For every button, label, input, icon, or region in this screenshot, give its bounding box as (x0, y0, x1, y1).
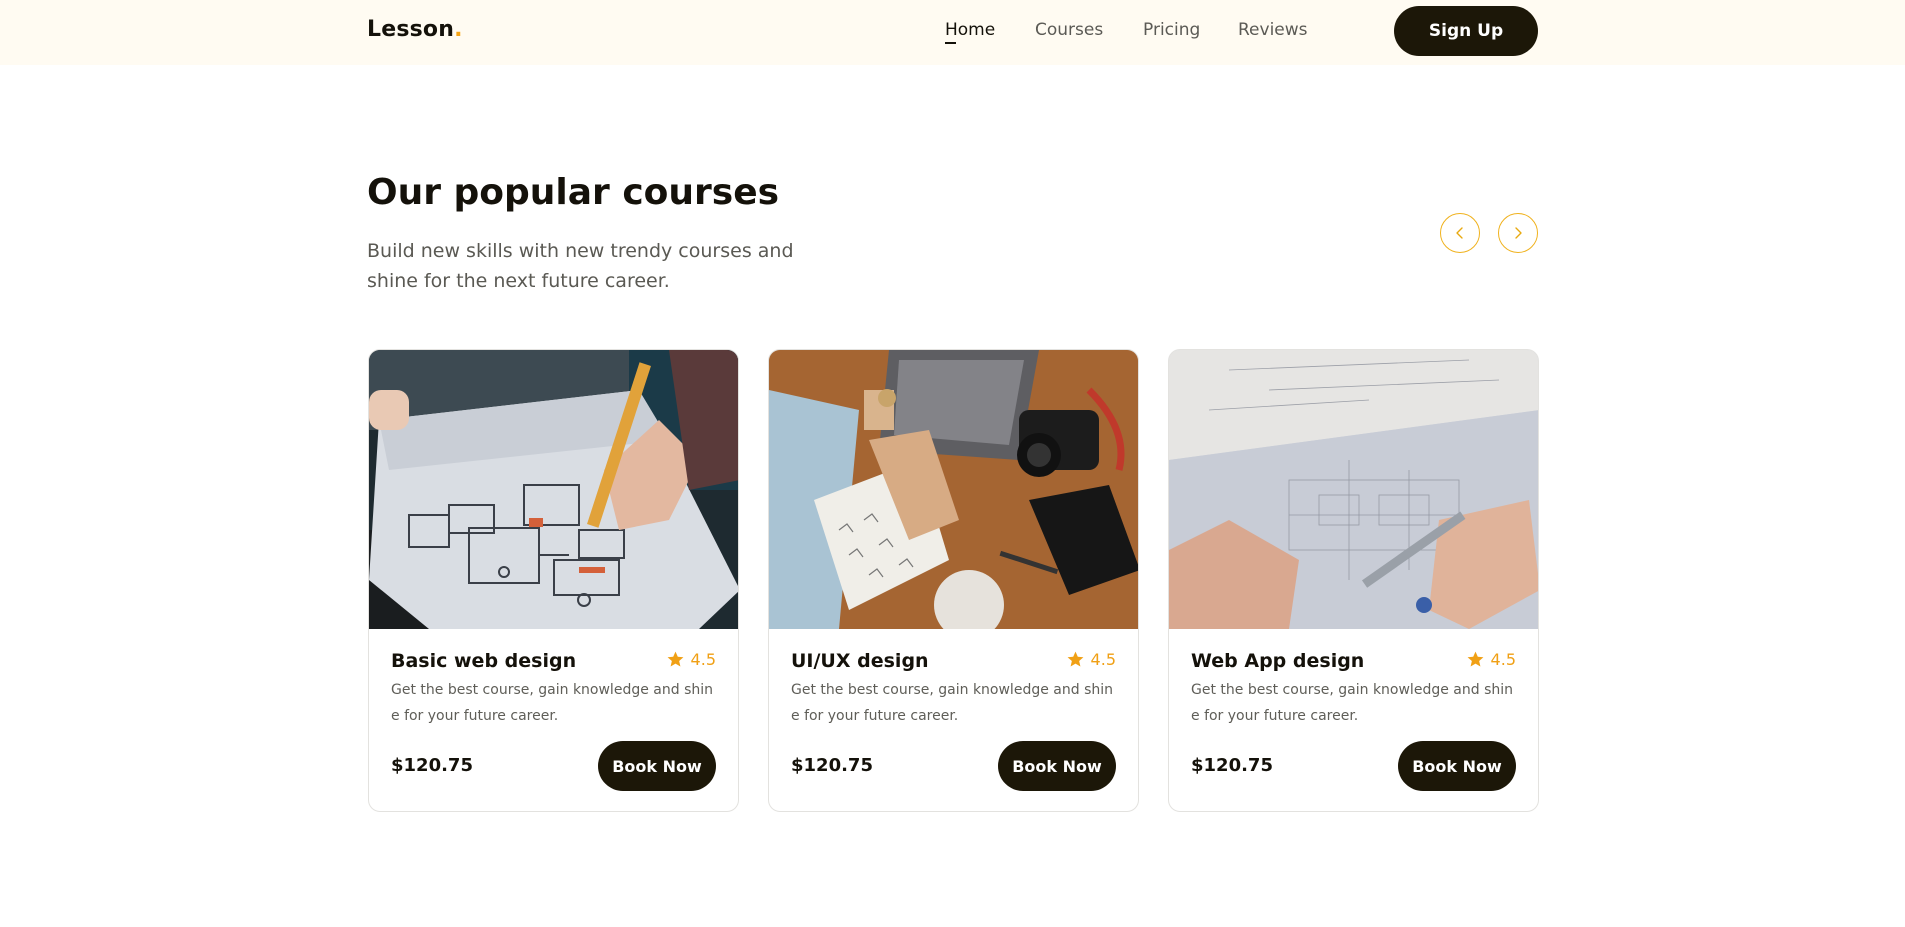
course-title: UI/UX design (791, 650, 929, 672)
book-now-button[interactable]: Book Now (598, 741, 716, 791)
course-price: $120.75 (1191, 755, 1273, 776)
rating-value: 4.5 (1090, 650, 1116, 669)
site-header: Lesson. Home Courses Pricing Reviews Sig… (0, 0, 1905, 65)
course-description: Get the best course, gain knowledge and … (791, 682, 1113, 724)
nav-pricing[interactable]: Pricing (1143, 20, 1200, 40)
course-card[interactable]: UI/UX design 4.5 Get the best course, ga… (768, 349, 1139, 812)
course-description: Get the best course, gain knowledge and … (391, 682, 713, 724)
logo[interactable]: Lesson. (367, 17, 463, 42)
sign-up-button[interactable]: Sign Up (1394, 6, 1538, 56)
rating-value: 4.5 (1490, 650, 1516, 669)
course-title: Basic web design (391, 650, 577, 672)
course-rating: 4.5 (1466, 650, 1516, 669)
course-image-desk (769, 350, 1138, 629)
course-card[interactable]: Basic web design 4.5 Get the best course… (368, 349, 739, 812)
course-image-blueprint (1169, 350, 1538, 629)
course-description: Get the best course, gain knowledge and … (1191, 682, 1513, 724)
star-icon (1467, 651, 1483, 667)
course-rating: 4.5 (1066, 650, 1116, 669)
course-rating: 4.5 (666, 650, 716, 669)
carousel-next-button[interactable] (1498, 213, 1538, 253)
course-price: $120.75 (791, 755, 873, 776)
nav-home-label: Home (945, 20, 996, 40)
course-image-sketching (369, 350, 738, 629)
chevron-right-icon (1515, 227, 1522, 239)
carousel-prev-button[interactable] (1440, 213, 1480, 253)
nav-reviews[interactable]: Reviews (1238, 20, 1308, 40)
course-price: $120.75 (391, 755, 473, 776)
book-now-button[interactable]: Book Now (998, 741, 1116, 791)
course-title: Web App design (1191, 650, 1365, 672)
nav-home[interactable]: Home (945, 20, 996, 44)
section-subtitle: Build new skills with new trendy courses… (367, 240, 794, 292)
star-icon (1067, 651, 1083, 667)
active-underline (945, 42, 956, 44)
rating-value: 4.5 (690, 650, 716, 669)
section-title: Our popular courses (367, 172, 780, 213)
nav-courses[interactable]: Courses (1035, 20, 1103, 40)
star-icon (667, 651, 683, 667)
chevron-left-icon (1456, 227, 1463, 239)
book-now-button[interactable]: Book Now (1398, 741, 1516, 791)
course-card[interactable]: Web App design 4.5 Get the best course, … (1168, 349, 1539, 812)
